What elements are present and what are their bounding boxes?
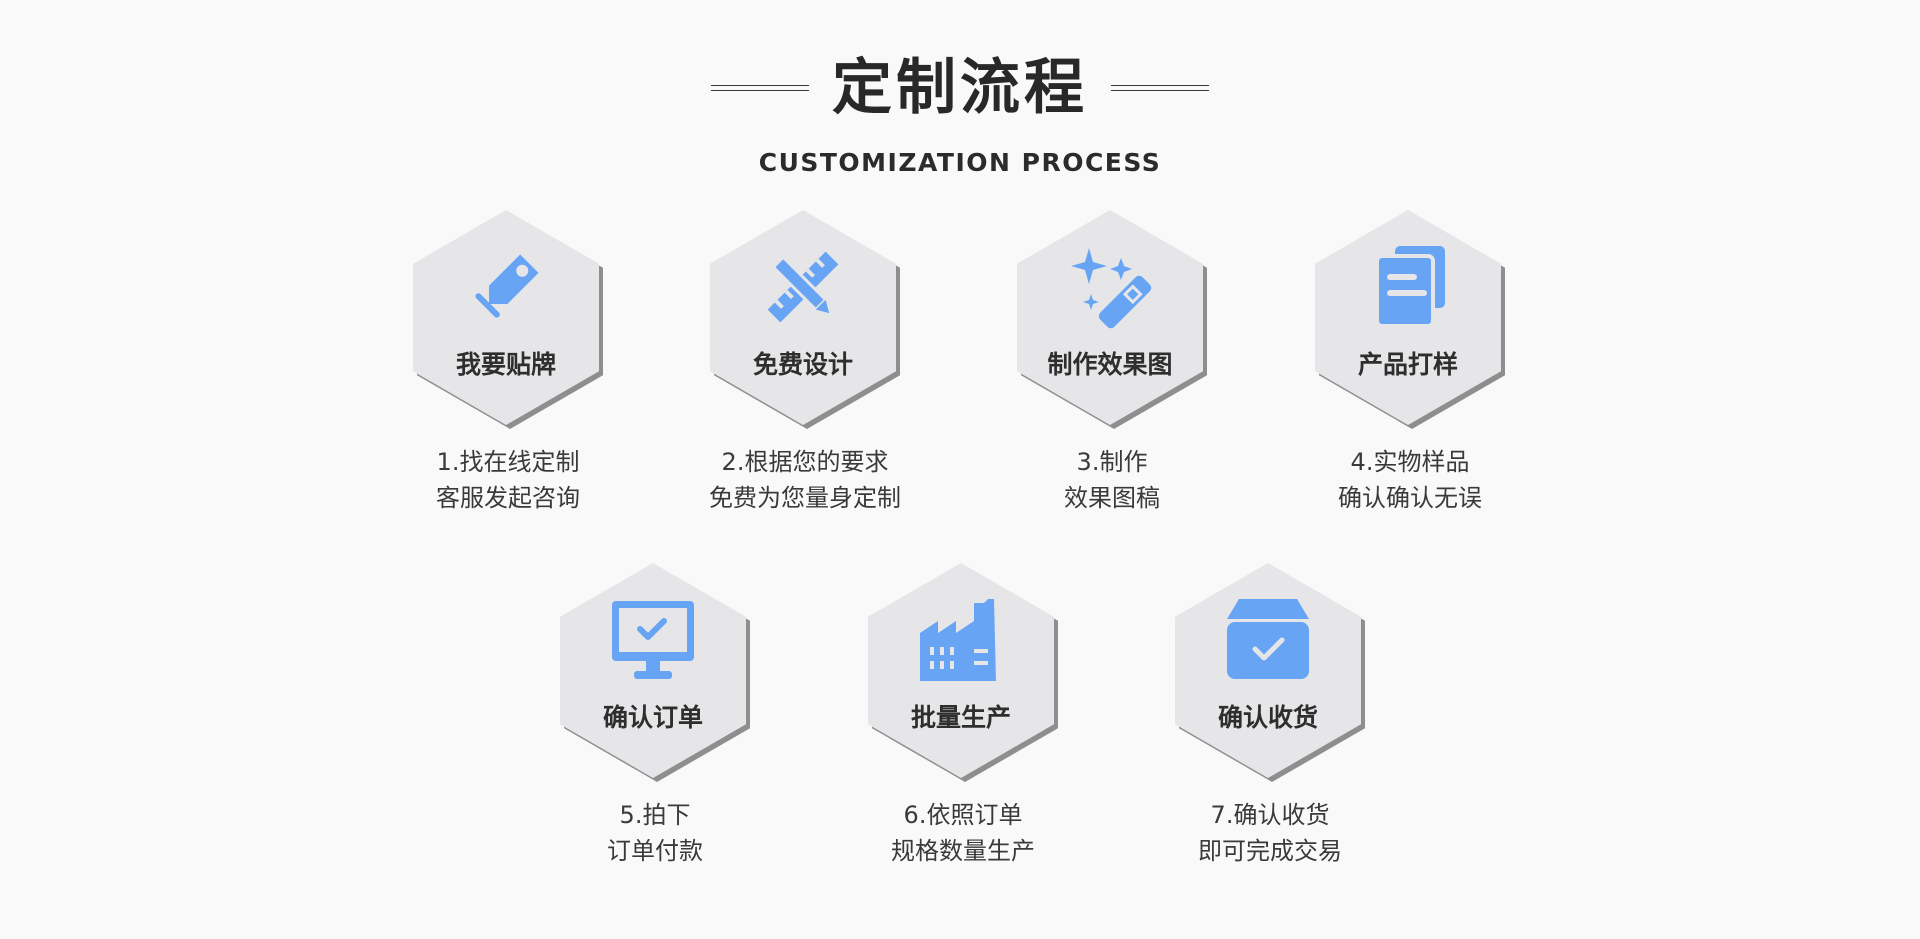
page: 定制流程 CUSTOMIZATION PROCESS 我要贴牌 1.找在线定制 … <box>0 0 1920 939</box>
step-label: 批量生产 <box>910 703 1011 732</box>
step-label: 免费设计 <box>752 350 853 379</box>
step-description: 7.确认收货 即可完成交易 <box>1160 797 1380 869</box>
step-description: 6.依照订单 规格数量生产 <box>853 797 1073 869</box>
step-label: 确认收货 <box>1217 703 1318 732</box>
step-hexagon: 产品打样 <box>1315 210 1505 430</box>
page-title: 定制流程 <box>832 53 1088 123</box>
step-4: 产品打样 4.实物样品 确认确认无误 <box>1300 210 1520 516</box>
step-5: 确认订单 5.拍下 订单付款 <box>545 563 765 869</box>
tag-icon <box>463 244 549 330</box>
step-hexagon: 确认订单 <box>560 563 750 783</box>
step-description-line: 确认确认无误 <box>1338 484 1482 512</box>
step-description-line: 1.找在线定制 <box>436 448 580 476</box>
step-description-line: 客服发起咨询 <box>436 484 580 512</box>
step-hexagon: 免费设计 <box>710 210 900 430</box>
title-decoration-right <box>1111 85 1209 91</box>
step-hexagon: 我要贴牌 <box>413 210 603 430</box>
step-description-line: 4.实物样品 <box>1350 448 1470 476</box>
step-description-line: 即可完成交易 <box>1198 837 1342 865</box>
step-description-line: 5.拍下 <box>619 801 691 829</box>
step-hexagon: 批量生产 <box>868 563 1058 783</box>
step-label: 确认订单 <box>602 703 703 732</box>
step-description: 3.制作 效果图稿 <box>1002 444 1222 516</box>
step-description: 4.实物样品 确认确认无误 <box>1300 444 1520 516</box>
step-6: 批量生产 6.依照订单 规格数量生产 <box>853 563 1073 869</box>
factory-icon <box>918 597 1004 683</box>
box-check-icon <box>1225 597 1311 683</box>
title-area: 定制流程 <box>0 48 1920 128</box>
step-description-line: 3.制作 <box>1076 448 1148 476</box>
pencil-ruler-icon <box>760 244 846 330</box>
step-hexagon: 确认收货 <box>1175 563 1365 783</box>
step-description: 5.拍下 订单付款 <box>545 797 765 869</box>
step-description-line: 免费为您量身定制 <box>709 484 901 512</box>
step-3: 制作效果图 3.制作 效果图稿 <box>1002 210 1222 516</box>
step-7: 确认收货 7.确认收货 即可完成交易 <box>1160 563 1380 869</box>
monitor-check-icon <box>610 597 696 683</box>
step-label: 制作效果图 <box>1047 350 1173 379</box>
step-description-line: 2.根据您的要求 <box>721 448 889 476</box>
documents-icon <box>1365 244 1451 330</box>
step-description-line: 7.确认收货 <box>1210 801 1330 829</box>
magic-wand-icon <box>1067 244 1153 330</box>
step-1: 我要贴牌 1.找在线定制 客服发起咨询 <box>398 210 618 516</box>
step-description-line: 6.依照订单 <box>903 801 1023 829</box>
step-description: 2.根据您的要求 免费为您量身定制 <box>695 444 915 516</box>
step-description-line: 订单付款 <box>607 837 703 865</box>
step-2: 免费设计 2.根据您的要求 免费为您量身定制 <box>695 210 915 516</box>
step-description: 1.找在线定制 客服发起咨询 <box>398 444 618 516</box>
step-description-line: 效果图稿 <box>1064 484 1160 512</box>
step-label: 我要贴牌 <box>455 350 556 379</box>
step-hexagon: 制作效果图 <box>1017 210 1207 430</box>
step-description-line: 规格数量生产 <box>891 837 1035 865</box>
page-subtitle: CUSTOMIZATION PROCESS <box>758 148 1162 177</box>
step-label: 产品打样 <box>1357 350 1458 379</box>
